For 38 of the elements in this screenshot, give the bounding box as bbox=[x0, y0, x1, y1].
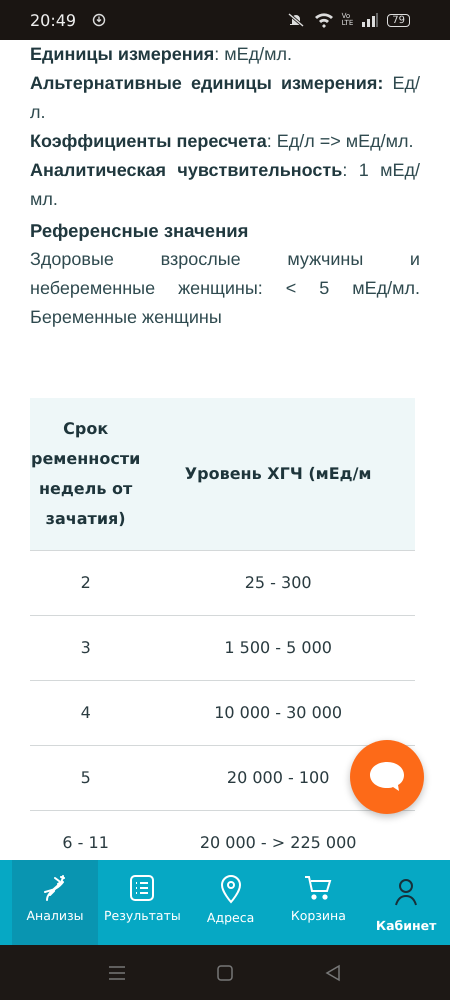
table-cell: 20 000 - 100 bbox=[226, 767, 330, 789]
muted-bell-icon bbox=[286, 12, 306, 28]
column-header: Срок ременности недель от зачатия) bbox=[31, 418, 140, 530]
table-cell: 4 bbox=[80, 702, 91, 724]
clock: 20:49 bbox=[30, 10, 76, 30]
chat-button[interactable] bbox=[350, 740, 424, 814]
back-icon[interactable] bbox=[324, 964, 342, 982]
nav-tab[interactable]: Кабинет bbox=[362, 860, 450, 945]
paragraph: Здоровые взрослые мужчины и небеременные женщины: < 5 мЕд/мл. Беременные женщины bbox=[30, 248, 420, 329]
cart-icon bbox=[303, 874, 334, 902]
nav-tab[interactable]: Адреса bbox=[186, 860, 274, 945]
download-icon bbox=[92, 13, 106, 27]
battery-indicator: 79 bbox=[387, 14, 410, 26]
column-header: Уровень ХГЧ (мЕд/м bbox=[184, 463, 372, 485]
table-cell: 3 bbox=[80, 637, 91, 659]
nav-tab[interactable]: Результаты bbox=[98, 860, 187, 945]
table-cell: 2 bbox=[80, 572, 91, 594]
paragraph: Коэффициенты пересчета: Ед/л => мЕд/мл. bbox=[30, 130, 415, 153]
table-cell: 1 500 - 5 000 bbox=[224, 637, 332, 659]
home-icon[interactable] bbox=[216, 964, 234, 982]
user-icon bbox=[394, 878, 418, 906]
paragraph: Аналитическая чувствительность: 1 мЕд/мл. bbox=[30, 159, 420, 211]
table-cell: 25 - 300 bbox=[244, 572, 312, 594]
table-cell: 20 000 - > 225 000 bbox=[200, 832, 356, 854]
table-cell: 5 bbox=[80, 767, 91, 789]
nav-tab[interactable]: Анализы bbox=[12, 860, 98, 945]
chat-bubble-icon bbox=[368, 760, 406, 794]
section-heading: Референсные значения bbox=[30, 219, 250, 243]
paragraph: Альтернативные единицы измерения: Ед/л. bbox=[30, 72, 420, 124]
location-pin-icon bbox=[218, 874, 243, 904]
signal-icon bbox=[361, 13, 380, 27]
table-cell: 10 000 - 30 000 bbox=[214, 702, 342, 724]
list-icon bbox=[129, 874, 156, 902]
table-cell: 6 - 11 bbox=[62, 832, 109, 854]
paragraph: Единицы измерения: мЕд/мл. bbox=[30, 43, 293, 66]
nav-tab[interactable]: Корзина bbox=[274, 860, 362, 945]
menu-icon[interactable] bbox=[108, 964, 126, 980]
wifi-icon bbox=[314, 12, 334, 28]
